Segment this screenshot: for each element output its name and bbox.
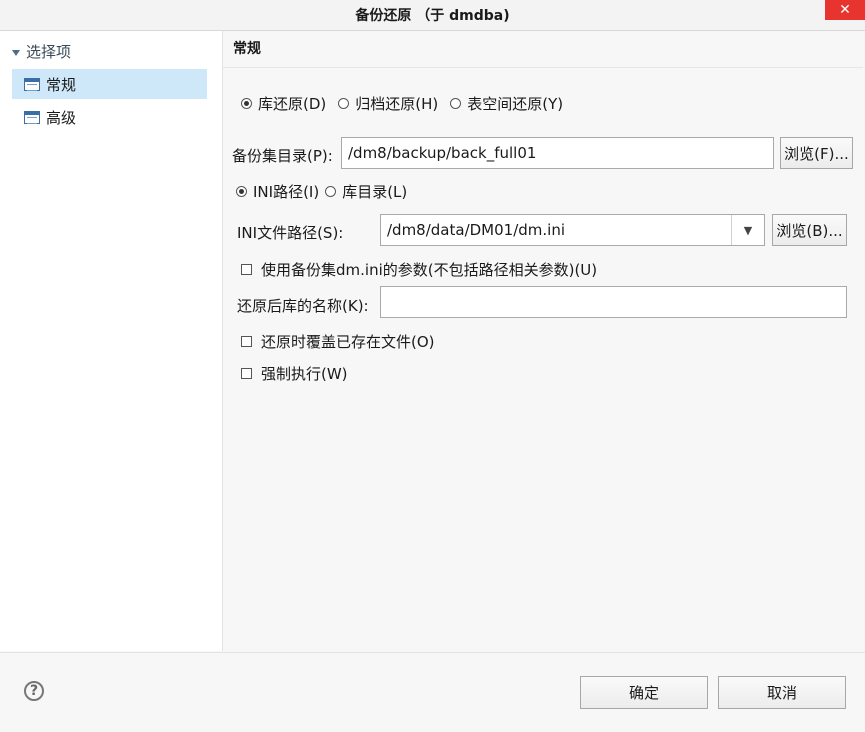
radio-ini-path[interactable] xyxy=(236,186,247,197)
use-backup-ini-label[interactable]: 使用备份集dm.ini的参数(不包括路径相关参数)(U) xyxy=(261,259,597,280)
collapse-arrow-icon[interactable] xyxy=(12,49,20,56)
use-backup-ini-row[interactable]: 使用备份集dm.ini的参数(不包括路径相关参数)(U) xyxy=(241,259,597,280)
radio-ini-path-label[interactable]: INI路径(I) xyxy=(253,181,319,202)
section-divider xyxy=(223,67,863,68)
force-row[interactable]: 强制执行(W) xyxy=(241,363,348,384)
restored-name-input[interactable] xyxy=(380,286,847,318)
overwrite-row[interactable]: 还原时覆盖已存在文件(O) xyxy=(241,331,435,352)
page-icon xyxy=(24,110,40,124)
ini-path-value: /dm8/data/DM01/dm.ini xyxy=(387,221,566,239)
force-checkbox[interactable] xyxy=(241,368,252,379)
footer-divider xyxy=(0,652,865,653)
help-icon[interactable]: ? xyxy=(24,681,44,701)
ini-path-combobox[interactable]: /dm8/data/DM01/dm.ini ▼ xyxy=(380,214,765,246)
backup-dir-input[interactable]: /dm8/backup/back_full01 xyxy=(341,137,774,169)
sidebar-header-label: 选择项 xyxy=(26,43,72,61)
radio-archive-restore[interactable] xyxy=(338,98,350,109)
use-backup-ini-checkbox[interactable] xyxy=(241,264,252,275)
sidebar-item-label: 常规 xyxy=(46,75,77,94)
overwrite-checkbox[interactable] xyxy=(241,336,252,347)
radio-tablespace-restore-label[interactable]: 表空间还原(Y) xyxy=(467,93,563,114)
sidebar-item-advanced[interactable]: 高级 xyxy=(12,102,207,132)
sidebar-item-label: 高级 xyxy=(46,108,77,127)
page-icon xyxy=(24,77,40,91)
sidebar: 选择项 常规 高级 xyxy=(0,31,223,651)
radio-db-restore[interactable] xyxy=(241,98,252,109)
sidebar-header[interactable]: 选择项 xyxy=(12,41,71,62)
restored-name-label: 还原后库的名称(K): xyxy=(237,297,369,315)
source-type-group: INI路径(I) 库目录(L) xyxy=(236,181,407,202)
window-title: 备份还原 （于 dmdba) xyxy=(355,8,510,24)
close-icon: ✕ xyxy=(839,2,851,18)
cancel-button[interactable]: 取消 xyxy=(718,676,846,709)
section-title: 常规 xyxy=(233,41,261,57)
browse-backup-dir-button[interactable]: 浏览(F)... xyxy=(780,137,853,169)
close-button[interactable]: ✕ xyxy=(825,0,865,20)
radio-db-restore-label[interactable]: 库还原(D) xyxy=(258,93,326,114)
backup-dir-label: 备份集目录(P): xyxy=(232,147,333,165)
browse-ini-button[interactable]: 浏览(B)... xyxy=(772,214,847,246)
ini-path-label: INI文件路径(S): xyxy=(237,224,344,242)
ok-button[interactable]: 确定 xyxy=(580,676,708,709)
radio-archive-restore-label[interactable]: 归档还原(H) xyxy=(355,93,438,114)
radio-db-dir[interactable] xyxy=(325,186,337,197)
dropdown-arrow-icon[interactable]: ▼ xyxy=(731,215,764,245)
overwrite-label[interactable]: 还原时覆盖已存在文件(O) xyxy=(261,331,435,352)
restore-type-group: 库还原(D) 归档还原(H) 表空间还原(Y) xyxy=(241,93,563,114)
title-bar: 备份还原 （于 dmdba) ✕ xyxy=(0,0,865,31)
radio-tablespace-restore[interactable] xyxy=(450,98,462,109)
sidebar-item-general[interactable]: 常规 xyxy=(12,69,207,99)
force-label[interactable]: 强制执行(W) xyxy=(261,363,348,384)
radio-db-dir-label[interactable]: 库目录(L) xyxy=(342,181,407,202)
main-panel: 常规 库还原(D) 归档还原(H) 表空间还原(Y) 备份集目录(P): /dm… xyxy=(223,31,863,651)
